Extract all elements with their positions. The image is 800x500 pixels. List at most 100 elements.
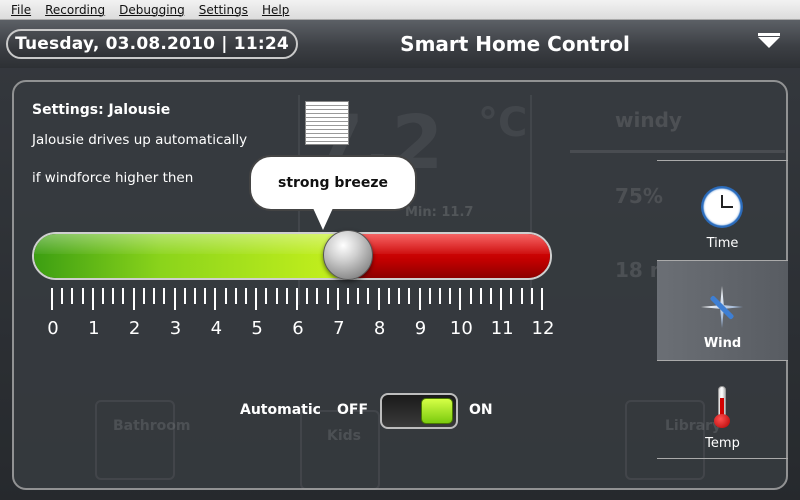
toggle-on-label: ON [469,402,493,418]
scale-label: 1 [88,318,100,339]
scale-label: 9 [414,318,427,339]
scale-tick [102,288,105,304]
scale-label: 11 [490,318,514,339]
scale-tick [357,288,360,304]
scale-tick [265,288,268,304]
scale-tick [541,288,543,310]
scale-tick [61,288,64,304]
menu-recording[interactable]: Recording [45,3,105,17]
header-bar: Tuesday, 03.08.2010 | 11:24 Smart Home C… [0,20,800,68]
tab-temp-label: Temp [705,436,740,451]
scale-tick [428,288,431,304]
thermometer-icon [701,386,743,428]
scale-tick [214,288,217,310]
scale-tick [510,288,513,304]
scale-tick [530,288,533,304]
compass-icon [701,286,743,328]
scale-tick [224,288,227,304]
divider [657,458,788,459]
scale-tick [173,288,176,310]
scale-tick [520,288,523,304]
windforce-slider-track[interactable] [32,232,552,280]
slider-handle[interactable] [323,230,373,280]
scale-tick [316,288,319,304]
settings-description: Jalousie drives up automatically [32,132,248,148]
automatic-label: Automatic [240,402,321,418]
scale-label: 8 [373,318,386,339]
clock-icon [701,186,743,228]
scale-label: 0 [47,318,59,339]
scale-tick [234,288,237,304]
scale-label: 4 [210,318,223,339]
toggle-off-label: OFF [337,402,369,418]
menu-debugging[interactable]: Debugging [119,3,185,17]
slider-gloss [34,234,550,254]
tooltip-text: strong breeze [278,175,388,191]
datetime-display: Tuesday, 03.08.2010 | 11:24 [6,29,298,59]
scale-label: 5 [251,318,263,339]
scale-tick [489,288,492,304]
scale-tick [479,288,482,304]
settings-description-condition: if windforce higher then [32,170,194,186]
menu-help[interactable]: Help [262,3,289,17]
dropdown-arrow-icon[interactable] [758,33,780,48]
scale-tick [285,288,288,304]
scale-tick [500,288,503,310]
scale-tick [275,288,278,304]
automatic-toggle-switch[interactable] [380,393,458,429]
tooltip-pointer [313,208,333,230]
scale-tick [153,288,156,304]
toggle-knob[interactable] [421,398,453,424]
scale-tick [469,288,472,304]
scale-tick [347,288,350,304]
windforce-scale: 0 1 2 3 4 5 6 7 8 9 10 11 12 [40,288,554,339]
app-title: Smart Home Control [400,32,630,56]
tab-time[interactable]: Time [657,160,788,260]
scale-tick [398,288,401,304]
settings-title: Settings: Jalousie [32,102,171,118]
tab-wind-label: Wind [703,336,742,351]
scale-tick [183,288,186,304]
scale-tick [449,288,452,304]
scale-tick [296,288,298,310]
scale-tick [326,288,329,304]
scale-tick [255,288,258,310]
scale-tick [81,288,84,304]
scale-tick [122,288,125,304]
scale-tick [306,288,309,304]
scale-tick [51,288,53,310]
scale-tick [336,288,339,310]
scale-label: 10 [449,318,473,339]
scale-tick [91,288,94,310]
slider-value-tooltip: strong breeze [249,155,417,211]
tab-time-label: Time [706,236,739,251]
scale-tick [377,288,380,310]
scale-tick [163,288,166,304]
scale-tick [367,288,370,304]
scale-tick [112,288,115,304]
menu-settings[interactable]: Settings [199,3,248,17]
scale-label: 3 [169,318,182,339]
jalousie-icon [305,101,349,145]
scale-tick [244,288,247,304]
datetime-text: Tuesday, 03.08.2010 | 11:24 [15,34,289,54]
scale-tick [418,288,421,310]
tab-wind[interactable]: Wind [657,260,788,360]
scale-label: 7 [333,318,345,339]
category-sidebar: Time Wind Temp [657,160,788,460]
app-window: File Recording Debugging Settings Help T… [0,0,800,500]
tab-temp[interactable]: Temp [657,360,788,460]
scale-label: 12 [531,318,555,339]
menu-file[interactable]: File [11,3,31,17]
scale-tick [408,288,411,304]
scale-label: 2 [128,318,141,339]
scale-tick [132,288,135,310]
menubar: File Recording Debugging Settings Help [0,0,800,20]
scale-tick [204,288,207,304]
scale-tick [459,288,462,310]
scale-tick [387,288,390,304]
scale-tick [438,288,441,304]
scale-label: 6 [292,318,304,339]
scale-tick [142,288,145,304]
scale-tick [71,288,74,304]
